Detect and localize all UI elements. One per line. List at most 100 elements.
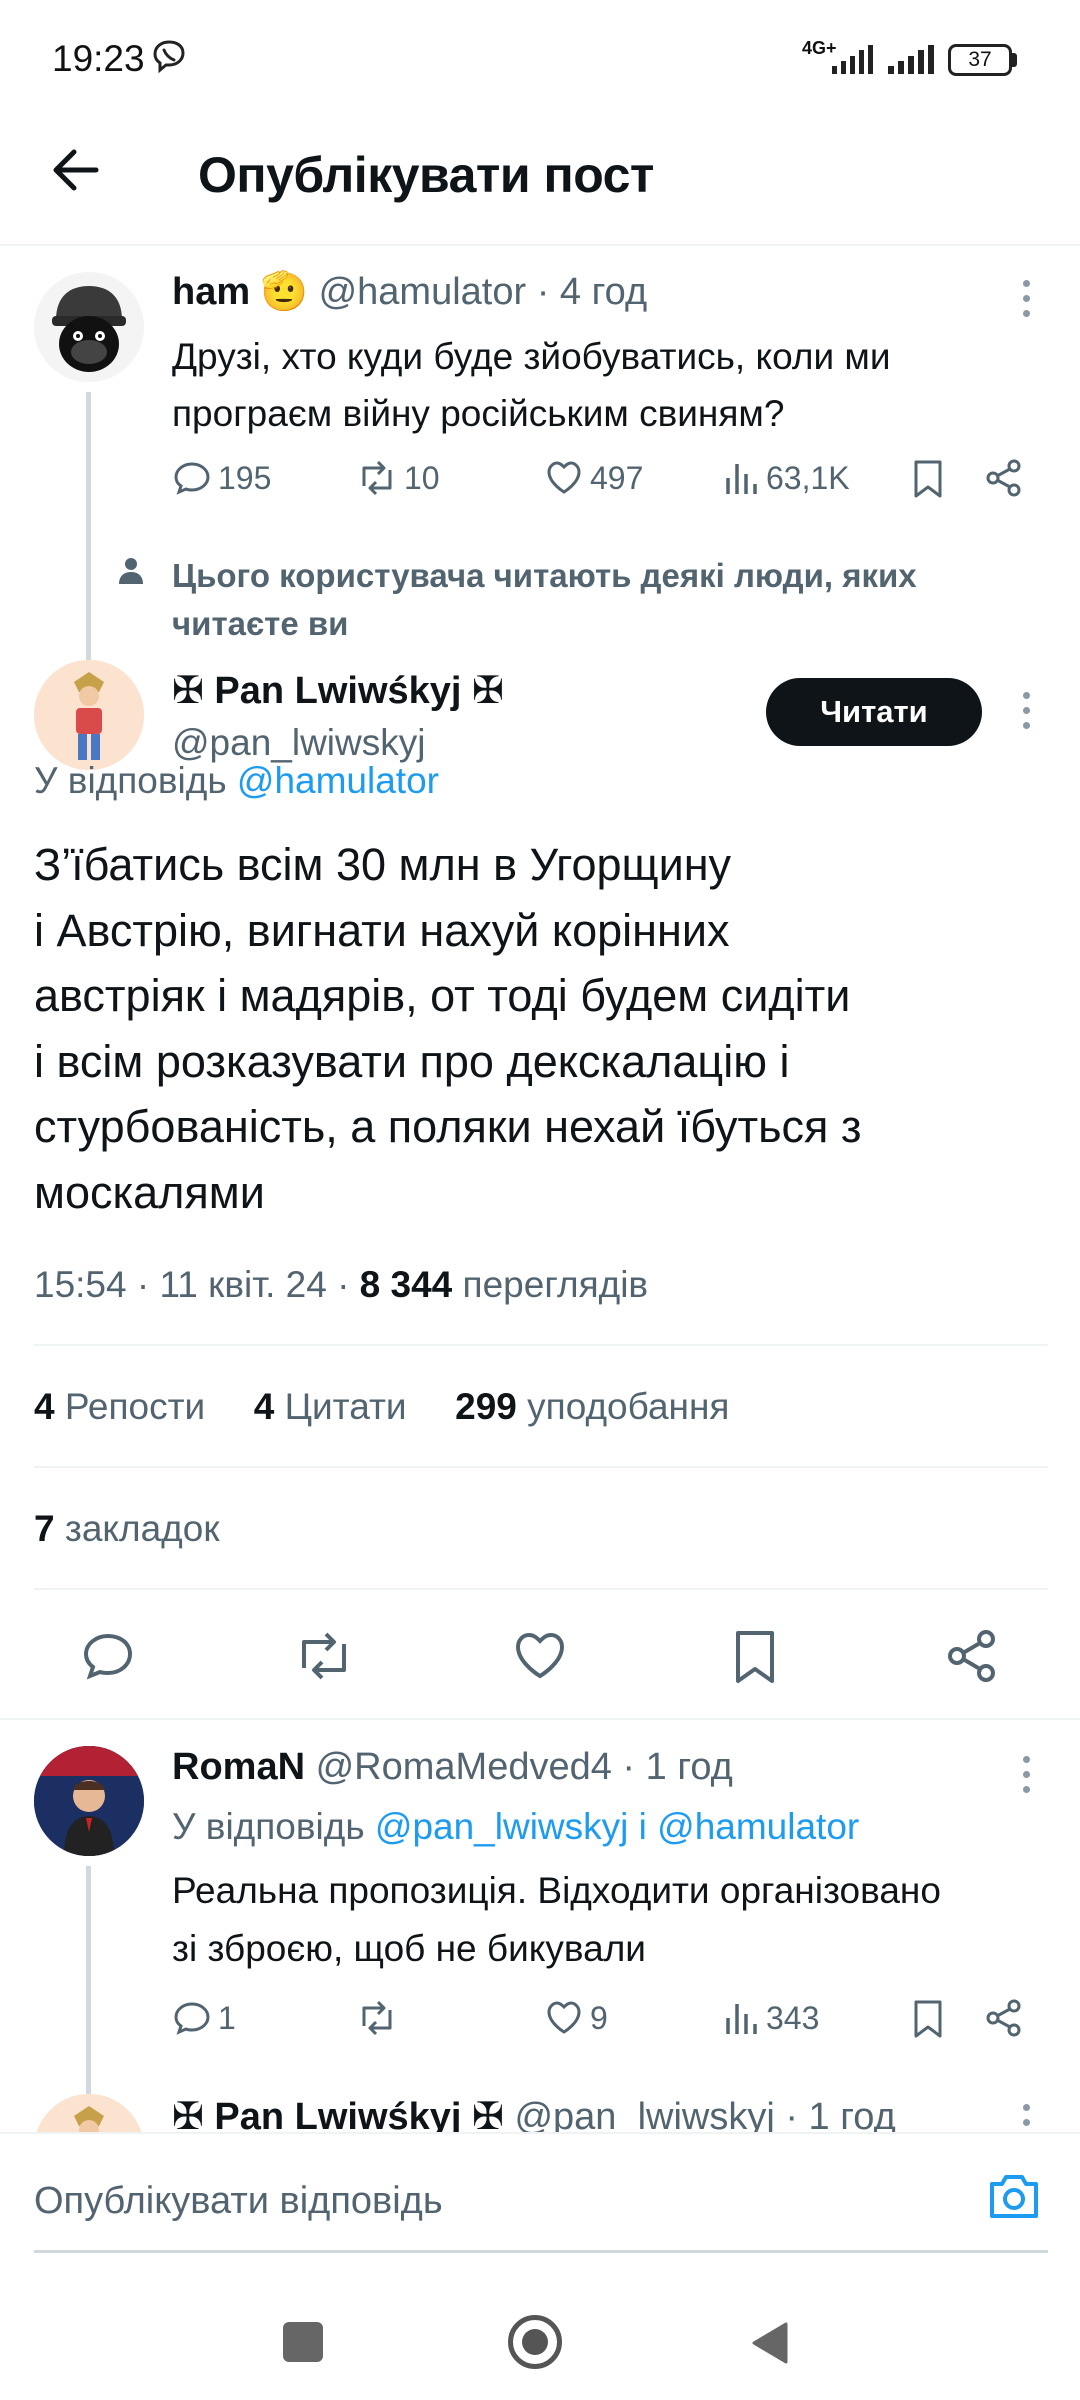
tweet-body-line: стурбованість, а поляки нехай їбуться з — [34, 1101, 862, 1152]
tweet-header: ✠ Pan Lwiwśkyj ✠ @pan_lwiwskyj · 1 год — [172, 2094, 896, 2132]
tweet-text-line: Друзі, хто куди буде зйобуватись, коли м… — [172, 336, 891, 377]
reply-button[interactable] — [80, 1628, 136, 1684]
home-icon[interactable] — [508, 2315, 562, 2369]
bookmark-button[interactable] — [730, 1628, 780, 1686]
bookmark-icon — [736, 1631, 774, 1683]
tweet-text-line: зі зброєю, щоб не бикували — [172, 1928, 646, 1969]
cartoon-avatar-icon — [34, 2094, 144, 2132]
reply-prefix: У відповідь — [34, 760, 227, 801]
quotes-count: 4 — [253, 1386, 275, 1427]
salute-emoji: 🫡 — [260, 271, 309, 313]
reply-input[interactable]: Опублікувати відповідь — [34, 2180, 443, 2223]
like-action[interactable]: 9 — [544, 1998, 608, 2038]
reposts-count: 4 — [34, 1386, 55, 1427]
bookmarks-stat[interactable]: 7 закладок — [34, 1508, 220, 1550]
follow-button[interactable]: Читати — [766, 678, 982, 746]
mention-link[interactable]: @hamulator — [237, 760, 439, 801]
camera-button[interactable] — [986, 2170, 1042, 2222]
gorilla-avatar-icon — [34, 272, 144, 382]
display-name[interactable]: ✠ Pan Lwiwśkyj ✠ — [172, 2096, 504, 2132]
views-icon — [726, 464, 757, 494]
divider — [34, 1344, 1048, 1346]
repost-action[interactable] — [356, 1998, 404, 2038]
avatar[interactable] — [34, 660, 144, 770]
battery-indicator: 37 — [948, 44, 1012, 76]
more-options-icon[interactable] — [1018, 692, 1034, 737]
repost-action[interactable]: 10 — [356, 458, 440, 498]
views-action[interactable]: 63,1K — [724, 458, 850, 498]
handle[interactable]: @RomaMedved4 — [316, 1746, 612, 1788]
page-title: Опублікувати пост — [198, 147, 654, 203]
back-nav-icon[interactable] — [750, 2320, 790, 2366]
reply-icon — [83, 1633, 133, 1680]
more-options-icon[interactable] — [1018, 280, 1034, 325]
handle[interactable]: @pan_lwiwskyj — [172, 722, 425, 764]
divider — [34, 1466, 1048, 1468]
thread-line — [86, 392, 91, 660]
like-action[interactable]: 497 — [544, 458, 643, 498]
display-name[interactable]: ✠ Pan Lwiwśkyj ✠ — [172, 668, 504, 713]
tweet-header: ham 🫡 @hamulator · 4 год — [172, 270, 647, 314]
mention-link[interactable]: @pan_lwiwskyj і @hamulator — [375, 1806, 859, 1847]
engagement-stats: 4 Репости 4 Цитати 299 уподобання — [34, 1386, 729, 1428]
tweet-time: · 1 год — [785, 2096, 896, 2132]
more-options-icon[interactable] — [1018, 1756, 1034, 1801]
social-context: Цього користувача читають деякі люди, як… — [172, 552, 917, 648]
reply-action[interactable]: 1 — [172, 1998, 236, 2038]
share-icon — [986, 459, 1021, 497]
quotes-stat[interactable]: 4 Цитати — [254, 1386, 407, 1427]
viber-icon — [150, 38, 188, 76]
like-button[interactable] — [512, 1628, 568, 1684]
share-button[interactable] — [984, 1998, 1024, 2038]
divider — [0, 1718, 1080, 1720]
bookmark-button[interactable] — [910, 458, 946, 500]
signal-icon-2 — [886, 44, 936, 76]
likes-stat[interactable]: 299 уподобання — [455, 1386, 729, 1427]
tweet-text-line: Реальна пропозиція. Відходити організова… — [172, 1870, 941, 1911]
reply-context: У відповідь @hamulator — [34, 760, 439, 802]
reposts-stat[interactable]: 4 Репости — [34, 1386, 205, 1427]
bookmarks-count: 7 — [34, 1508, 55, 1549]
like-count: 9 — [590, 1999, 608, 2036]
like-count: 497 — [590, 459, 644, 496]
reply-underline — [34, 2250, 1048, 2253]
share-button[interactable] — [984, 458, 1024, 498]
camera-icon — [990, 2175, 1038, 2218]
tweet-time: · 4 год — [536, 271, 648, 313]
avatar[interactable] — [34, 2094, 144, 2132]
views-count: 8 344 — [359, 1264, 453, 1305]
views-label: переглядів — [462, 1264, 649, 1305]
avatar[interactable] — [34, 1746, 144, 1856]
display-name[interactable]: RomaN — [172, 1746, 305, 1788]
share-button[interactable] — [944, 1628, 1000, 1684]
handle[interactable]: @hamulator — [319, 271, 527, 313]
share-icon — [948, 1630, 995, 1682]
display-name[interactable]: ham — [172, 271, 250, 313]
back-arrow-icon — [53, 149, 99, 191]
reply-count: 1 — [218, 1999, 236, 2036]
tweet-text: Реальна пропозиція. Відходити організова… — [172, 1862, 941, 1978]
tweet-meta: 15:54 · 11 квіт. 24 · 8 344 переглядів — [34, 1264, 648, 1306]
reply-count: 195 — [218, 459, 272, 496]
reply-action[interactable]: 195 — [172, 458, 271, 498]
views-action[interactable]: 343 — [724, 1998, 819, 2038]
tweet-body-line: австріяк і мадярів, от тоді будем сидіти — [34, 970, 851, 1021]
tweet-time: · 1 год — [622, 1746, 733, 1788]
battery-tip — [1012, 53, 1017, 67]
back-button[interactable] — [44, 136, 112, 204]
repost-button[interactable] — [294, 1628, 354, 1684]
reply-icon — [174, 462, 210, 495]
avatar[interactable] — [34, 272, 144, 382]
tweet-body: З’їбатись всім 30 млн в Угорщину і Австр… — [34, 832, 862, 1225]
tweet-text-line: програєм війну російським свиням? — [172, 393, 785, 434]
more-options-icon[interactable] — [1018, 2104, 1034, 2132]
bookmark-button[interactable] — [910, 1998, 946, 2040]
tweet-timestamp[interactable]: 15:54 · 11 квіт. 24 · — [34, 1264, 349, 1305]
handle[interactable]: @pan_lwiwskyj — [514, 2096, 774, 2132]
recents-icon[interactable] — [283, 2322, 323, 2362]
share-icon — [986, 1999, 1021, 2037]
heart-icon — [547, 2001, 581, 2034]
tweet-body-line: москалями — [34, 1166, 265, 1218]
views-count: 63,1K — [766, 459, 850, 496]
tweet-text: Друзі, хто куди буде зйобуватись, коли м… — [172, 328, 891, 442]
